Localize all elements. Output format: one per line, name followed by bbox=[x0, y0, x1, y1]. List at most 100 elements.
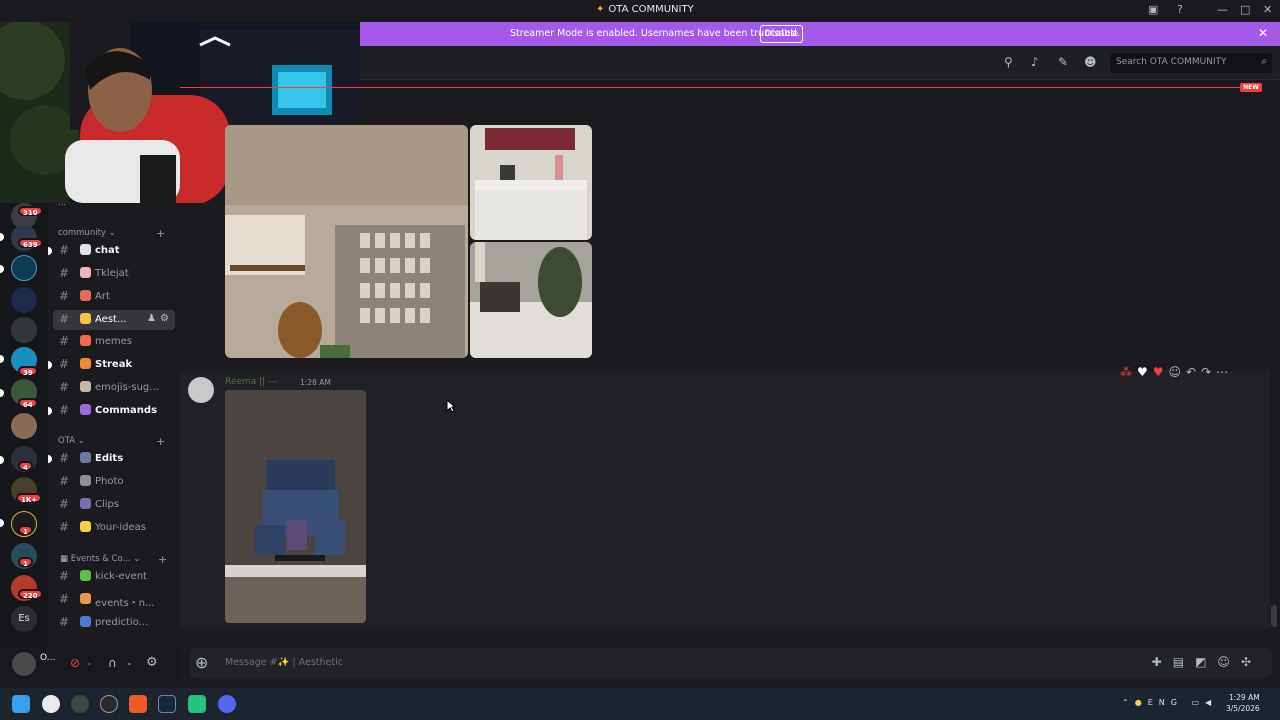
banner-close-icon[interactable]: ✕ bbox=[1258, 26, 1268, 40]
mute-bell-icon[interactable]: ♪ bbox=[1031, 55, 1039, 69]
attachment-image[interactable] bbox=[470, 125, 592, 240]
threads-icon[interactable]: ⚲ bbox=[1004, 55, 1013, 69]
app-icon[interactable] bbox=[71, 695, 89, 713]
maximize-icon[interactable]: □ bbox=[1240, 3, 1250, 16]
white-heart-reaction-icon[interactable]: ♥ bbox=[1137, 365, 1153, 379]
category-header[interactable]: OTA ⌄ + bbox=[58, 435, 165, 448]
attachment-image[interactable] bbox=[470, 242, 592, 358]
server-icon[interactable] bbox=[11, 413, 37, 439]
brave-browser-icon[interactable] bbox=[129, 695, 147, 713]
close-icon[interactable]: ✕ bbox=[1263, 3, 1272, 16]
partial-item: ... bbox=[58, 203, 67, 208]
window-title: ✦ OTA COMMUNITY bbox=[596, 4, 694, 15]
add-reaction-icon[interactable]: ☺ bbox=[1169, 365, 1187, 379]
reply-icon[interactable]: ↶ bbox=[1186, 365, 1201, 379]
channel-item[interactable]: # Art bbox=[53, 287, 175, 307]
chevron-up-icon[interactable]: ⌃ bbox=[1122, 698, 1135, 707]
minimize-icon[interactable]: — bbox=[1217, 3, 1228, 16]
message-list: Reema || --- 1:28 AM ⁂♥♥☺↶↷⋯ bbox=[180, 95, 1280, 630]
server-text-icon[interactable]: Es bbox=[11, 606, 37, 632]
emoji-icon[interactable]: ☺ bbox=[1217, 655, 1241, 669]
mute-mic-icon[interactable]: ⊘ bbox=[70, 656, 80, 670]
channel-item[interactable]: # Tklejat bbox=[53, 264, 175, 284]
apps-icon[interactable]: ✣ bbox=[1241, 655, 1262, 669]
hash-icon: # bbox=[59, 497, 70, 511]
invite-icon[interactable]: ♟ bbox=[147, 313, 156, 324]
channel-item[interactable]: # Your-ideas bbox=[53, 518, 175, 538]
mention-badge: 4 bbox=[18, 461, 33, 472]
more-options-icon[interactable]: ⋯ bbox=[1216, 365, 1233, 379]
message-input[interactable]: Message #✨ | Aesthetic bbox=[225, 657, 343, 668]
server-icon[interactable] bbox=[11, 317, 37, 343]
channel-item[interactable]: # memes bbox=[53, 332, 175, 352]
channel-item[interactable]: # Streak bbox=[48, 355, 175, 375]
settings-gear-icon[interactable]: ⚙ bbox=[160, 313, 169, 324]
search-input[interactable]: Search OTA COMMUNITY ⌕ bbox=[1110, 53, 1272, 73]
app-icon[interactable] bbox=[100, 695, 118, 713]
add-channel-icon[interactable]: + bbox=[158, 553, 167, 566]
user-settings-gear-icon[interactable]: ⚙ bbox=[146, 655, 158, 670]
windows-start-icon[interactable] bbox=[12, 695, 30, 713]
avatar[interactable] bbox=[12, 652, 36, 676]
category-header[interactable]: ▦ Events & Co... ⌄ + bbox=[60, 553, 167, 566]
attachment-image[interactable] bbox=[225, 390, 366, 623]
username: O... bbox=[40, 653, 56, 663]
channel-item[interactable]: # Edits bbox=[48, 449, 175, 469]
sticker-icon[interactable]: ◩ bbox=[1195, 655, 1217, 669]
message-toolbar: ⁂♥♥☺↶↷⋯ bbox=[1120, 365, 1233, 379]
channel-item[interactable]: # Photo bbox=[53, 472, 175, 492]
channel-item[interactable]: # Commands bbox=[48, 401, 175, 421]
unread-indicator bbox=[0, 265, 4, 273]
add-channel-icon[interactable]: + bbox=[156, 227, 165, 240]
hash-icon: # bbox=[59, 474, 70, 488]
attachment-image[interactable] bbox=[225, 125, 468, 358]
network-icon[interactable]: ▭ bbox=[1191, 698, 1205, 707]
app-icon[interactable] bbox=[188, 695, 206, 713]
red-heart-reaction-icon[interactable]: ♥ bbox=[1153, 365, 1169, 379]
new-messages-divider bbox=[180, 87, 1240, 88]
wall-photo-image bbox=[225, 125, 468, 358]
channel-item-active[interactable]: # Aest... ♟ ⚙ bbox=[53, 310, 175, 330]
gif-icon[interactable]: ▤ bbox=[1173, 655, 1195, 669]
volume-icon[interactable]: ◀ bbox=[1205, 698, 1217, 707]
hundred-reaction-icon[interactable]: ⁂ bbox=[1120, 365, 1137, 379]
disable-button[interactable]: Disable bbox=[760, 25, 803, 43]
server-rail: 310 639 39 64 4 1K+ 1 1 220 Es bbox=[0, 203, 48, 643]
steam-icon[interactable] bbox=[158, 695, 176, 713]
microphone-icon[interactable]: ● bbox=[1135, 698, 1148, 707]
channel-item[interactable]: # emojis-sug... bbox=[53, 378, 175, 398]
hash-icon: # bbox=[59, 312, 70, 326]
chevron-down-icon[interactable]: ⌄ bbox=[86, 658, 93, 667]
chevron-down-icon[interactable]: ⌄ bbox=[126, 658, 133, 667]
avatar[interactable] bbox=[188, 377, 214, 403]
add-attachment-icon[interactable]: ⊕ bbox=[195, 653, 208, 672]
obs-icon[interactable] bbox=[42, 695, 60, 713]
add-channel-icon[interactable]: + bbox=[156, 435, 165, 448]
server-icon[interactable] bbox=[11, 287, 37, 313]
hash-icon: # bbox=[59, 380, 70, 394]
category-header[interactable]: community ⌄ + bbox=[58, 227, 165, 240]
channel-item[interactable]: # predictio... bbox=[53, 613, 175, 633]
channel-header: ⚲ ♪ ✎ ☻ Search OTA COMMUNITY ⌕ bbox=[360, 46, 1280, 80]
server-icon[interactable] bbox=[11, 255, 37, 281]
discord-icon[interactable] bbox=[218, 695, 236, 713]
language-indicator[interactable]: ENG bbox=[1148, 698, 1183, 707]
channel-item[interactable]: # chat bbox=[48, 241, 175, 261]
forward-icon[interactable]: ↷ bbox=[1201, 365, 1216, 379]
headphones-icon[interactable]: ∩ bbox=[108, 656, 117, 670]
shelf-display-photo-image bbox=[225, 390, 366, 623]
taskbar-clock[interactable]: 1:29 AM 3/5/2026 bbox=[1226, 692, 1260, 714]
member-list-icon[interactable]: ☻ bbox=[1084, 55, 1097, 69]
gift-icon[interactable]: ✚ bbox=[1152, 655, 1173, 669]
channel-item[interactable]: # Clips bbox=[53, 495, 175, 515]
channel-item[interactable]: # kick-event bbox=[53, 567, 175, 587]
scrollbar-thumb[interactable] bbox=[1271, 605, 1277, 627]
channel-item[interactable]: # events・n... bbox=[53, 590, 175, 610]
message-author[interactable]: Reema || --- bbox=[225, 377, 278, 387]
calendar-icon: ▦ bbox=[60, 554, 69, 564]
mention-badge: 39 bbox=[18, 366, 38, 377]
help-icon[interactable]: ? bbox=[1177, 3, 1183, 16]
inbox-icon[interactable]: ▣ bbox=[1148, 3, 1158, 16]
party-icon bbox=[80, 593, 91, 604]
pin-icon[interactable]: ✎ bbox=[1058, 55, 1068, 69]
